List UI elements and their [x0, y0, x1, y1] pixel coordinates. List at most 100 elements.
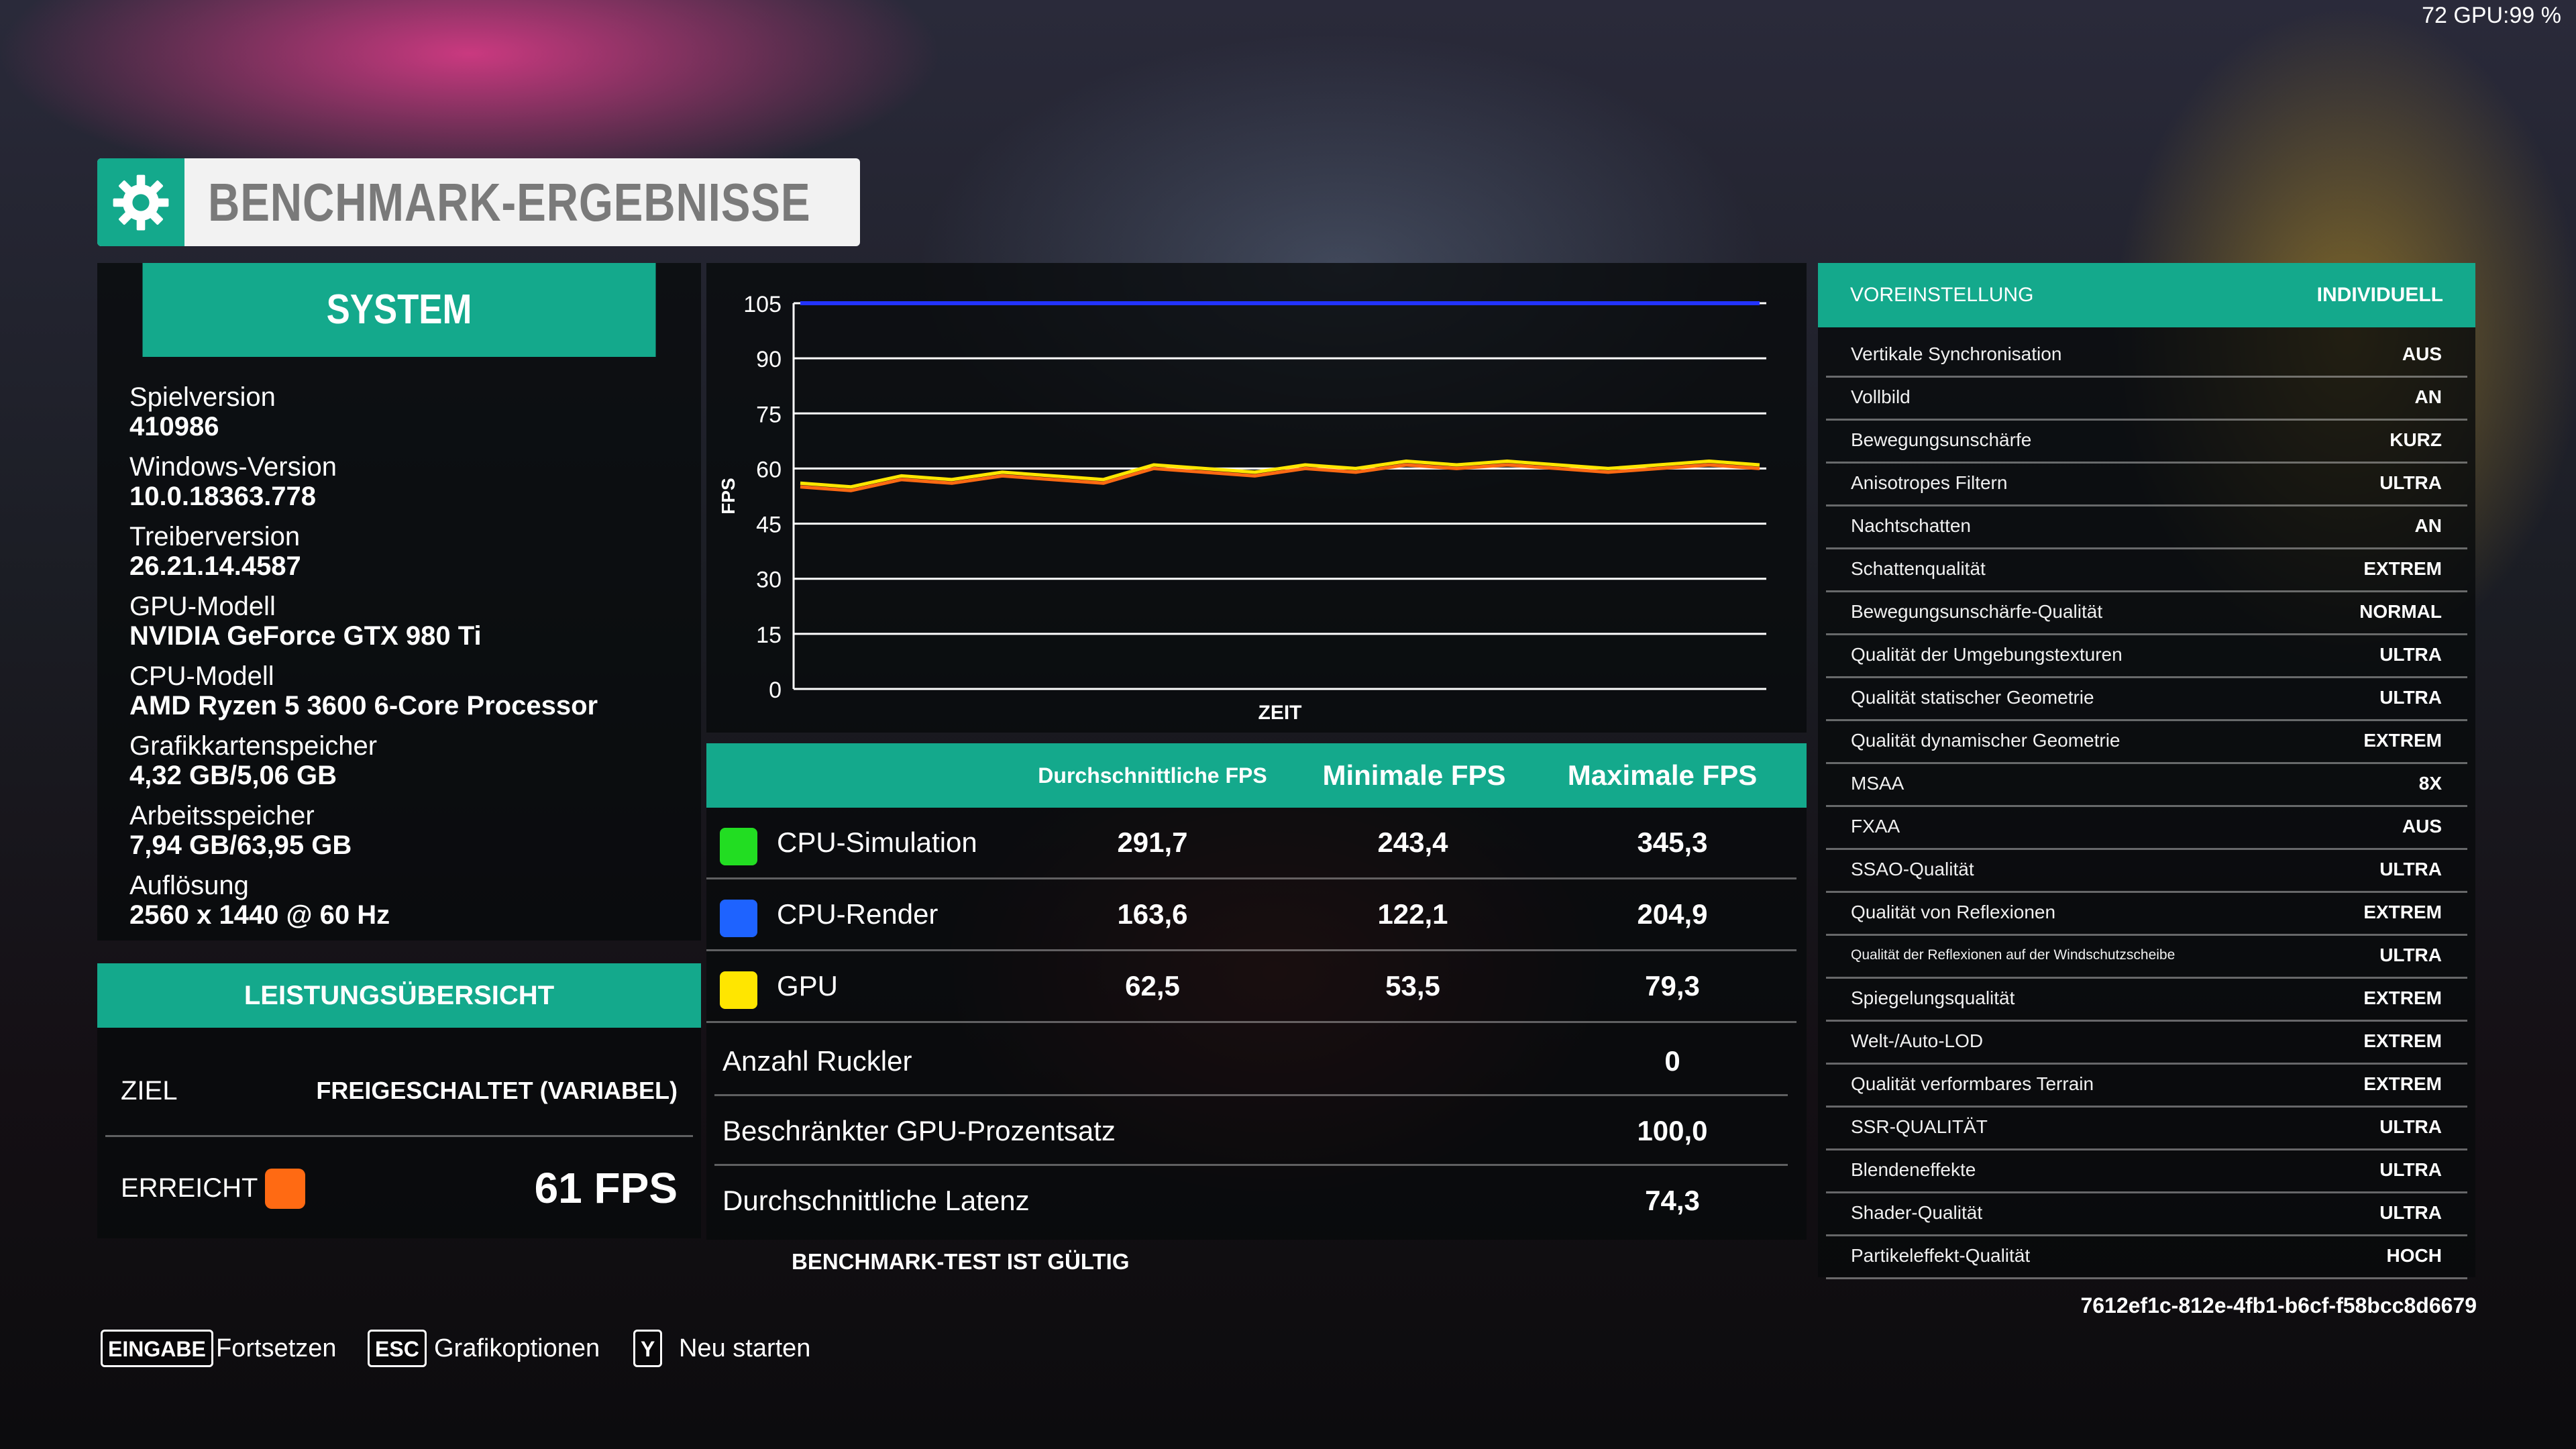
system-item-label: Treiberversion — [129, 522, 301, 551]
y-tick-label: 30 — [756, 568, 782, 593]
avg-fps-value: 291,7 — [1117, 826, 1188, 858]
y-tick-label: 45 — [756, 513, 782, 538]
settings-row: Spiegelungsqualität EXTREM — [1826, 977, 2467, 1022]
min-fps-value: 122,1 — [1377, 898, 1448, 930]
system-item-value: 7,94 GB/63,95 GB — [129, 830, 352, 860]
stat-value: 0 — [1664, 1045, 1680, 1077]
settings-row: Qualität statischer Geometrie ULTRA — [1826, 676, 2467, 721]
system-item-resolution: Auflösung 2560 x 1440 @ 60 Hz — [129, 871, 390, 930]
system-item-value: 410986 — [129, 412, 219, 441]
system-item-value: 4,32 GB/5,06 GB — [129, 761, 337, 790]
stat-value: 100,0 — [1637, 1115, 1708, 1146]
setting-label: Shader-Qualität — [1851, 1202, 1983, 1223]
max-fps-value: 345,3 — [1637, 826, 1708, 858]
avg-fps-value: 163,6 — [1117, 898, 1188, 930]
gpu-overlay-text: 72 GPU:99 % — [2422, 3, 2561, 28]
max-fps-value: 204,9 — [1637, 898, 1708, 930]
y-axis-label: FPS — [718, 478, 739, 514]
key-enter[interactable]: EINGABE — [101, 1330, 213, 1367]
header-min-fps: Minimale FPS — [1322, 759, 1506, 791]
validity-status: BENCHMARK-TEST IST GÜLTIG — [792, 1249, 1130, 1274]
y-tick-label: 0 — [769, 678, 782, 703]
table-row: Beschränkter GPU-Prozentsatz 100,0 — [706, 1096, 1807, 1166]
setting-value: EXTREM — [2363, 558, 2442, 579]
system-item-value: NVIDIA GeForce GTX 980 Ti — [129, 621, 482, 651]
system-item-game-version: Spielversion 410986 — [129, 382, 276, 441]
setting-label: Anisotropes Filtern — [1851, 472, 2008, 493]
stat-label: Durchschnittliche Latenz — [722, 1185, 1030, 1216]
system-item-label: CPU-Modell — [129, 661, 274, 691]
restart-button[interactable]: Neu starten — [679, 1330, 810, 1367]
settings-row: Shader-Qualität ULTRA — [1826, 1191, 2467, 1236]
setting-value: ULTRA — [2379, 859, 2442, 879]
system-item-ram: Arbeitsspeicher 7,94 GB/63,95 GB — [129, 801, 352, 860]
divider — [105, 1135, 693, 1137]
system-item-label: GPU-Modell — [129, 592, 276, 621]
header-max-fps: Maximale FPS — [1567, 759, 1758, 791]
settings-row: SSR-QUALITÄT ULTRA — [1826, 1106, 2467, 1150]
settings-row: Qualität von Reflexionen EXTREM — [1826, 891, 2467, 936]
setting-value: EXTREM — [2363, 902, 2442, 922]
y-tick-label: 15 — [756, 623, 782, 648]
target-row: ZIEL FREIGESCHALTET (VARIABEL) — [121, 1071, 678, 1111]
setting-label: Qualität von Reflexionen — [1851, 902, 2056, 922]
graphics-options-button[interactable]: Grafikoptionen — [434, 1330, 600, 1367]
settings-row: Qualität dynamischer Geometrie EXTREM — [1826, 719, 2467, 764]
preset-header: VOREINSTELLUNG INDIVIDUELL — [1818, 263, 2475, 327]
fps-table-header: Durchschnittliche FPS Minimale FPS Maxim… — [706, 743, 1807, 808]
stat-value: 74,3 — [1645, 1185, 1700, 1216]
table-row: Durchschnittliche Latenz 74,3 — [706, 1166, 1807, 1236]
setting-value: EXTREM — [2363, 1030, 2442, 1051]
setting-label: MSAA — [1851, 773, 1904, 794]
settings-row: Bewegungsunschärfe-Qualität NORMAL — [1826, 590, 2467, 635]
settings-row: Qualität verformbares Terrain EXTREM — [1826, 1063, 2467, 1108]
setting-value: AUS — [2402, 816, 2442, 837]
continue-button[interactable]: Fortsetzen — [216, 1330, 337, 1367]
row-label: CPU-Simulation — [777, 826, 977, 858]
setting-value: AUS — [2402, 343, 2442, 364]
page-header: BENCHMARK-ERGEBNISSE — [97, 158, 860, 246]
system-item-value: 10.0.18363.778 — [129, 482, 317, 511]
y-tick-label: 75 — [756, 402, 782, 427]
settings-row: Qualität der Umgebungstexturen ULTRA — [1826, 633, 2467, 678]
setting-label: Bewegungsunschärfe — [1851, 429, 2032, 450]
y-tick-label: 105 — [743, 292, 782, 317]
setting-label: Qualität verformbares Terrain — [1851, 1073, 2094, 1094]
setting-label: Vertikale Synchronisation — [1851, 343, 2062, 364]
performance-title: LEISTUNGSÜBERSICHT — [97, 963, 701, 1028]
settings-row: MSAA 8X — [1826, 762, 2467, 807]
max-fps-value: 79,3 — [1645, 970, 1700, 1002]
x-axis-label: ZEIT — [1258, 702, 1302, 724]
system-item-windows-version: Windows-Version 10.0.18363.778 — [129, 452, 337, 511]
settings-row: Bewegungsunschärfe KURZ — [1826, 419, 2467, 464]
y-tick-label: 90 — [756, 347, 782, 372]
key-y[interactable]: Y — [633, 1330, 663, 1367]
min-fps-value: 243,4 — [1377, 826, 1448, 858]
system-item-value: 2560 x 1440 @ 60 Hz — [129, 900, 390, 930]
system-item-label: Windows-Version — [129, 452, 337, 482]
setting-label: SSAO-Qualität — [1851, 859, 1974, 879]
settings-row: SSAO-Qualität ULTRA — [1826, 848, 2467, 893]
settings-row: Partikeleffekt-Qualität HOCH — [1826, 1234, 2467, 1279]
fps-chart: 105 90 75 60 45 30 15 0 FPS ZEIT — [718, 292, 1766, 724]
preset-label: VOREINSTELLUNG — [1850, 284, 2034, 306]
key-esc[interactable]: ESC — [368, 1330, 427, 1367]
row-label: CPU-Render — [777, 898, 938, 930]
setting-value: ULTRA — [2379, 472, 2442, 493]
achieved-row: ERREICHT 61 FPS — [121, 1158, 678, 1218]
setting-label: Welt-/Auto-LOD — [1851, 1030, 1984, 1051]
performance-panel: LEISTUNGSÜBERSICHT ZIEL FREIGESCHALTET (… — [97, 963, 701, 1238]
table-row: CPU-Simulation 291,7 243,4 345,3 — [706, 808, 1807, 877]
avg-fps-value: 62,5 — [1125, 970, 1180, 1002]
benchmark-id: 7612ef1c-812e-4fb1-b6cf-f58bcc8d6679 — [2080, 1293, 2477, 1318]
target-value: FREIGESCHALTET (VARIABEL) — [316, 1077, 678, 1104]
setting-label: Qualität dynamischer Geometrie — [1851, 730, 2121, 751]
series-color-swatch — [720, 828, 757, 865]
setting-label: Qualität der Reflexionen auf der Windsch… — [1851, 947, 2176, 963]
table-row: Anzahl Ruckler 0 — [706, 1026, 1807, 1096]
system-title: SYSTEM — [142, 263, 656, 357]
y-tick-label: 60 — [756, 457, 782, 482]
setting-value: ULTRA — [2379, 644, 2442, 665]
setting-value: KURZ — [2390, 429, 2442, 450]
system-item-cpu-model: CPU-Modell AMD Ryzen 5 3600 6-Core Proce… — [129, 661, 598, 720]
